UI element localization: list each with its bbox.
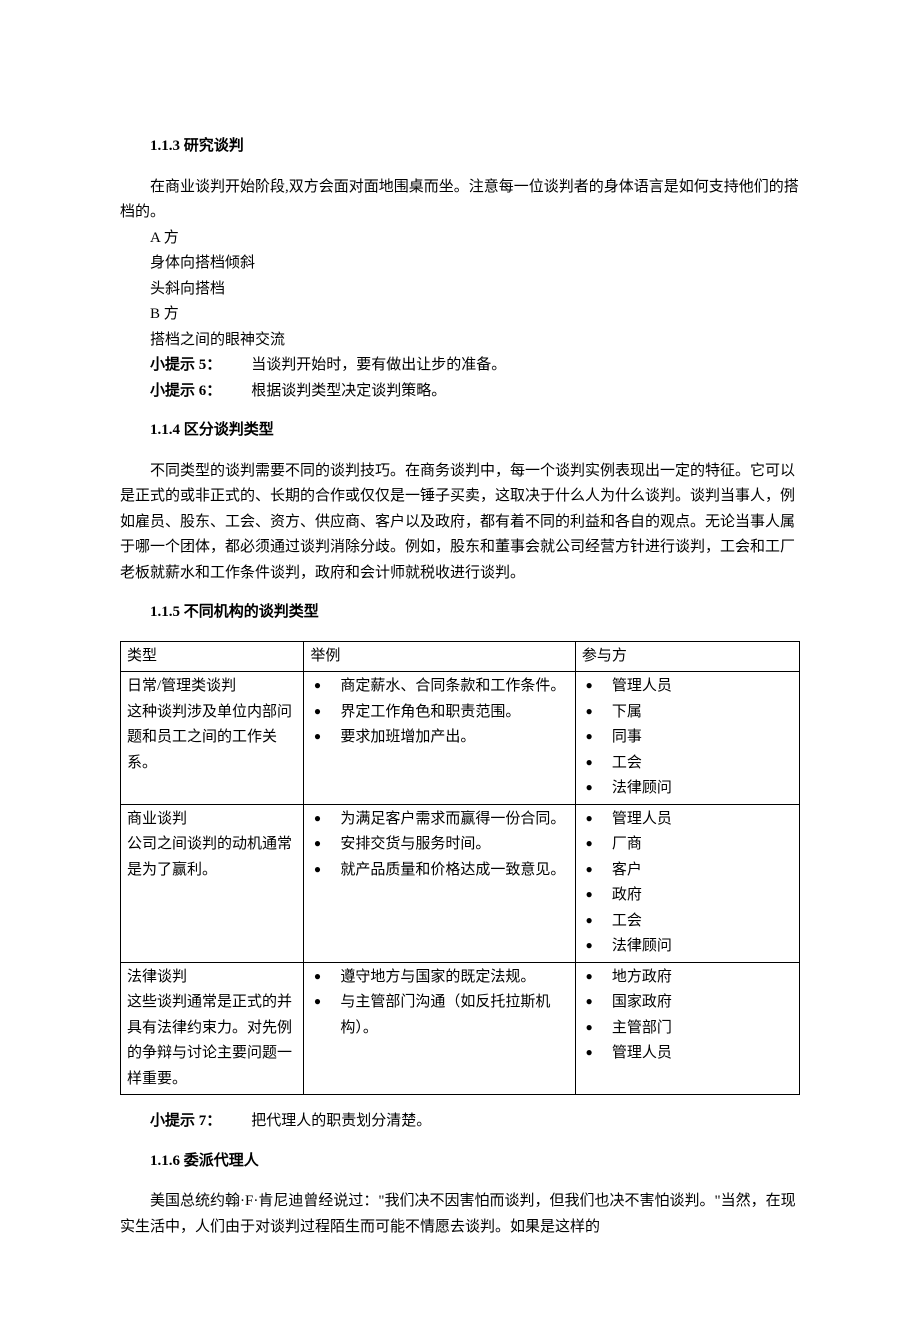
list-item: 遵守地方与国家的既定法规。 [310, 965, 569, 991]
section-1-1-3-heading: 1.1.3 研究谈判 [120, 134, 800, 160]
tip-7-text: 把代理人的职责划分清楚。 [251, 1113, 431, 1129]
list-item: 下属 [582, 700, 793, 726]
list-item: 政府 [582, 883, 793, 909]
examples-cell: 遵守地方与国家的既定法规。 与主管部门沟通（如反托拉斯机构）。 [304, 962, 576, 1095]
type-cell: 日常/管理类谈判 这种谈判涉及单位内部问题和员工之间的工作关系。 [121, 672, 304, 805]
table-header-row: 类型 举例 参与方 [121, 641, 800, 672]
tip-7: 小提示 7： 把代理人的职责划分清楚。 [120, 1109, 800, 1135]
body-language-line: 搭档之间的眼神交流 [120, 328, 800, 354]
body-language-line: B 方 [120, 302, 800, 328]
parties-cell: 管理人员 厂商 客户 政府 工会 法律顾问 [575, 804, 799, 962]
list-item: 工会 [582, 751, 793, 777]
examples-cell: 为满足客户需求而赢得一份合同。 安排交货与服务时间。 就产品质量和价格达成一致意… [304, 804, 576, 962]
col-parties-header: 参与方 [575, 641, 799, 672]
tip-6-text: 根据谈判类型决定谈判策略。 [251, 383, 446, 399]
table-row: 日常/管理类谈判 这种谈判涉及单位内部问题和员工之间的工作关系。 商定薪水、合同… [121, 672, 800, 805]
list-item: 界定工作角色和职责范围。 [310, 700, 569, 726]
section-1-1-6-para: 美国总统约翰·F·肯尼迪曾经说过："我们决不因害怕而谈判，但我们也决不害怕谈判。… [120, 1189, 800, 1240]
list-item: 国家政府 [582, 990, 793, 1016]
body-language-line: 身体向搭档倾斜 [120, 251, 800, 277]
tip-6-label: 小提示 6： [150, 383, 221, 399]
type-cell: 法律谈判 这些谈判通常是正式的并具有法律约束力。对先例的争辩与讨论主要问题一样重… [121, 962, 304, 1095]
examples-cell: 商定薪水、合同条款和工作条件。 界定工作角色和职责范围。 要求加班增加产出。 [304, 672, 576, 805]
section-1-1-5-heading: 1.1.5 不同机构的谈判类型 [120, 600, 800, 626]
list-item: 安排交货与服务时间。 [310, 832, 569, 858]
list-item: 要求加班增加产出。 [310, 725, 569, 751]
list-item: 同事 [582, 725, 793, 751]
list-item: 法律顾问 [582, 934, 793, 960]
list-item: 客户 [582, 858, 793, 884]
list-item: 管理人员 [582, 1041, 793, 1067]
tip-6: 小提示 6： 根据谈判类型决定谈判策略。 [120, 379, 800, 405]
type-cell: 商业谈判 公司之间谈判的动机通常是为了赢利。 [121, 804, 304, 962]
section-1-1-4-para: 不同类型的谈判需要不同的谈判技巧。在商务谈判中，每一个谈判实例表现出一定的特征。… [120, 459, 800, 587]
tip-5: 小提示 5： 当谈判开始时，要有做出让步的准备。 [120, 353, 800, 379]
list-item: 法律顾问 [582, 776, 793, 802]
parties-cell: 地方政府 国家政府 主管部门 管理人员 [575, 962, 799, 1095]
list-item: 商定薪水、合同条款和工作条件。 [310, 674, 569, 700]
tip-7-label: 小提示 7： [150, 1113, 221, 1129]
list-item: 与主管部门沟通（如反托拉斯机构）。 [310, 990, 569, 1041]
table-row: 法律谈判 这些谈判通常是正式的并具有法律约束力。对先例的争辩与讨论主要问题一样重… [121, 962, 800, 1095]
list-item: 主管部门 [582, 1016, 793, 1042]
negotiation-types-table: 类型 举例 参与方 日常/管理类谈判 这种谈判涉及单位内部问题和员工之间的工作关… [120, 641, 800, 1096]
list-item: 就产品质量和价格达成一致意见。 [310, 858, 569, 884]
body-language-line: A 方 [120, 226, 800, 252]
section-1-1-6-heading: 1.1.6 委派代理人 [120, 1149, 800, 1175]
col-examples-header: 举例 [304, 641, 576, 672]
section-1-1-4-heading: 1.1.4 区分谈判类型 [120, 418, 800, 444]
parties-cell: 管理人员 下属 同事 工会 法律顾问 [575, 672, 799, 805]
section-1-1-3-para: 在商业谈判开始阶段,双方会面对面地围桌而坐。注意每一位谈判者的身体语言是如何支持… [120, 175, 800, 226]
list-item: 为满足客户需求而赢得一份合同。 [310, 807, 569, 833]
list-item: 工会 [582, 909, 793, 935]
body-language-line: 头斜向搭档 [120, 277, 800, 303]
list-item: 厂商 [582, 832, 793, 858]
list-item: 地方政府 [582, 965, 793, 991]
tip-5-text: 当谈判开始时，要有做出让步的准备。 [251, 357, 506, 373]
col-type-header: 类型 [121, 641, 304, 672]
table-row: 商业谈判 公司之间谈判的动机通常是为了赢利。 为满足客户需求而赢得一份合同。 安… [121, 804, 800, 962]
tip-5-label: 小提示 5： [150, 357, 221, 373]
list-item: 管理人员 [582, 674, 793, 700]
list-item: 管理人员 [582, 807, 793, 833]
